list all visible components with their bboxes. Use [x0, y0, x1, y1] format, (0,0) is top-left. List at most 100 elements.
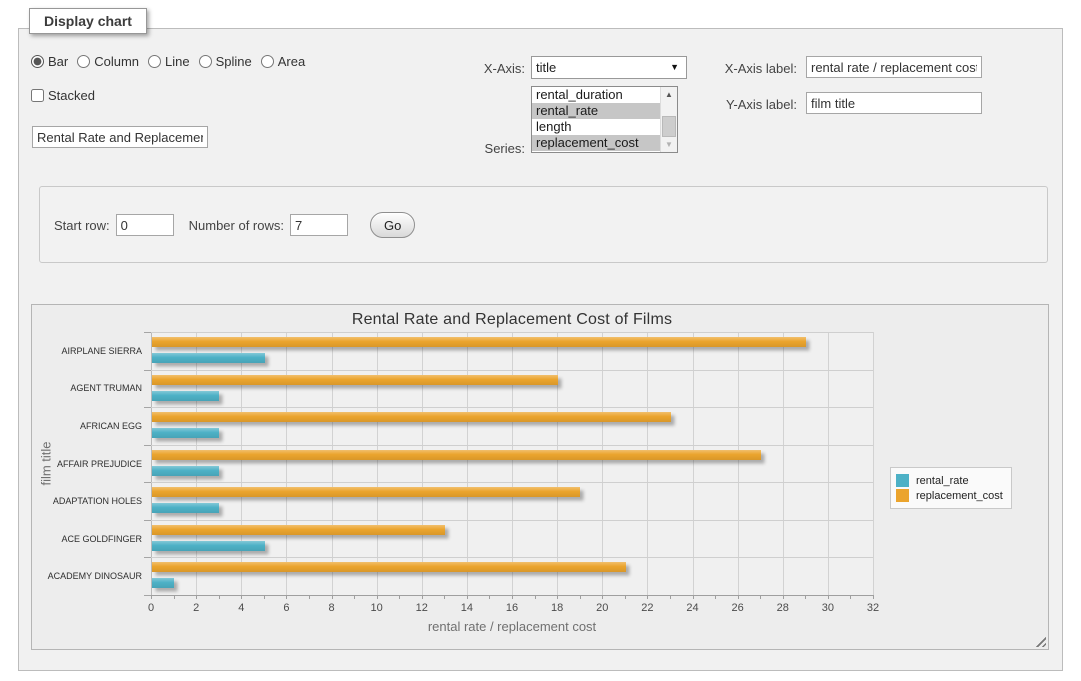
- x-tick-label: 0: [136, 602, 166, 614]
- stacked-checkbox-row: Stacked: [31, 88, 95, 103]
- series-options: rental_durationrental_ratelengthreplacem…: [532, 87, 660, 152]
- y-tick: [144, 445, 151, 446]
- num-rows-input[interactable]: [290, 214, 348, 236]
- chart-type-radios: Bar Column Line Spline Area: [31, 54, 314, 69]
- chart-type-label: Line: [165, 54, 190, 69]
- category-label: AGENT TRUMAN: [46, 383, 142, 393]
- y-tick: [144, 595, 151, 596]
- chart-type-radio-line[interactable]: [148, 55, 161, 68]
- gridline-x-24: [693, 332, 694, 595]
- series-option-rental_duration[interactable]: rental_duration: [532, 87, 660, 103]
- category-label: AFFAIR PREJUDICE: [46, 459, 142, 469]
- chart-type-label: Column: [94, 54, 139, 69]
- series-select-label: Series:: [459, 141, 525, 156]
- scrollbar-thumb[interactable]: [662, 116, 676, 137]
- y-tick: [144, 557, 151, 558]
- resize-handle-icon[interactable]: [1035, 636, 1046, 647]
- x-tick-label: 20: [587, 602, 617, 614]
- x-tick-label: 32: [858, 602, 888, 614]
- chart-type-radio-area[interactable]: [261, 55, 274, 68]
- bar-replacement_cost: [152, 375, 558, 385]
- chart-title-input[interactable]: [32, 126, 208, 148]
- x-axis-select-label: X-Axis:: [459, 61, 525, 76]
- chart-type-option-area: Area: [261, 54, 305, 69]
- stacked-checkbox[interactable]: [31, 89, 44, 102]
- category-label: ACE GOLDFINGER: [46, 534, 142, 544]
- x-tick-label: 4: [226, 602, 256, 614]
- gridline-y-0: [151, 332, 873, 333]
- series-scrollbar[interactable]: ▲ ▼: [660, 87, 677, 152]
- bar-rental_rate: [152, 503, 219, 513]
- scroll-up-icon[interactable]: ▲: [661, 87, 677, 102]
- display-chart-panel: Display chart BarColumnLineSplineArea St…: [18, 28, 1063, 671]
- chart-type-label: Spline: [216, 54, 252, 69]
- start-row-input[interactable]: [116, 214, 174, 236]
- gridline-y-1: [151, 370, 873, 371]
- rows-form: Start row: Number of rows: Go: [54, 212, 415, 238]
- bar-replacement_cost: [152, 412, 671, 422]
- x-axis-select[interactable]: title: [531, 56, 687, 79]
- gridline-y-3: [151, 445, 873, 446]
- gridline-x-26: [738, 332, 739, 595]
- x-tick-label: 28: [768, 602, 798, 614]
- chart-type-option-bar: Bar: [31, 54, 68, 69]
- gridline-y-5: [151, 520, 873, 521]
- bar-replacement_cost: [152, 337, 806, 347]
- x-tick-label: 24: [678, 602, 708, 614]
- bar-rental_rate: [152, 466, 219, 476]
- y-axis-title: film title: [39, 418, 54, 508]
- gridline-y-2: [151, 407, 873, 408]
- x-tick-label: 10: [362, 602, 392, 614]
- x-tick-label: 12: [407, 602, 437, 614]
- gridline-x-30: [828, 332, 829, 595]
- scroll-down-icon[interactable]: ▼: [661, 137, 677, 152]
- bar-rental_rate: [152, 353, 265, 363]
- chart-type-radio-bar[interactable]: [31, 55, 44, 68]
- x-tick-label: 30: [813, 602, 843, 614]
- chart-type-option-column: Column: [77, 54, 139, 69]
- gridline-x-8: [332, 332, 333, 595]
- start-row-label: Start row:: [54, 218, 110, 233]
- category-label: ACADEMY DINOSAUR: [46, 571, 142, 581]
- gridline-y-4: [151, 482, 873, 483]
- chart-type-radio-column[interactable]: [77, 55, 90, 68]
- gridline-x-0: [151, 332, 152, 595]
- chart-area: Rental Rate and Replacement Cost of Film…: [31, 304, 1049, 650]
- num-rows-label: Number of rows:: [189, 218, 284, 233]
- x-tick-label: 6: [271, 602, 301, 614]
- chart-legend: rental_ratereplacement_cost: [890, 467, 1012, 509]
- gridline-x-6: [286, 332, 287, 595]
- bar-replacement_cost: [152, 487, 580, 497]
- chart-title: Rental Rate and Replacement Cost of Film…: [151, 311, 873, 329]
- gridline-x-4: [241, 332, 242, 595]
- bar-replacement_cost: [152, 450, 761, 460]
- gridline-x-12: [422, 332, 423, 595]
- x-axis-label-input[interactable]: [806, 56, 982, 78]
- chart-type-option-line: Line: [148, 54, 190, 69]
- chart-type-label: Area: [278, 54, 305, 69]
- y-axis-label-input[interactable]: [806, 92, 982, 114]
- bar-replacement_cost: [152, 562, 626, 572]
- category-label: AIRPLANE SIERRA: [46, 346, 142, 356]
- x-tick-label: 14: [452, 602, 482, 614]
- rows-form-panel: Start row: Number of rows: Go: [39, 186, 1048, 263]
- category-label: AFRICAN EGG: [46, 421, 142, 431]
- x-tick-label: 8: [317, 602, 347, 614]
- gridline-x-20: [602, 332, 603, 595]
- gridline-y-6: [151, 557, 873, 558]
- series-listbox[interactable]: rental_durationrental_ratelengthreplacem…: [531, 86, 678, 153]
- stacked-label: Stacked: [48, 88, 95, 103]
- x-tick-label: 22: [632, 602, 662, 614]
- bar-rental_rate: [152, 391, 219, 401]
- chart-type-radio-spline[interactable]: [199, 55, 212, 68]
- legend-item-replacement_cost: replacement_cost: [896, 489, 1003, 502]
- legend-swatch-rental_rate: [896, 474, 909, 487]
- go-button[interactable]: Go: [370, 212, 415, 238]
- gridline-x-16: [512, 332, 513, 595]
- chart-type-option-spline: Spline: [199, 54, 252, 69]
- x-axis-title: rental rate / replacement cost: [151, 619, 873, 634]
- series-option-length[interactable]: length: [532, 119, 660, 135]
- y-tick: [144, 407, 151, 408]
- series-option-replacement_cost[interactable]: replacement_cost: [532, 135, 660, 151]
- series-option-rental_rate[interactable]: rental_rate: [532, 103, 660, 119]
